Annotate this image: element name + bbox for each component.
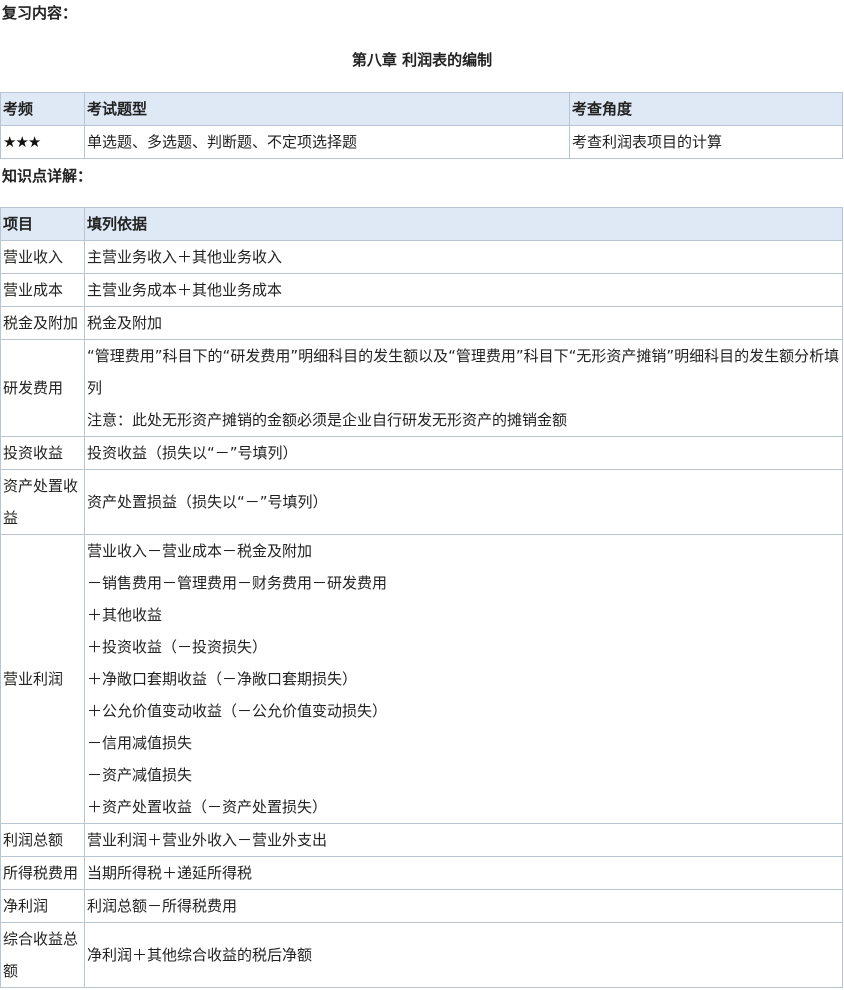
basis-cell: 当期所得税＋递延所得税: [84, 856, 843, 890]
overview-table: 考频 考试题型 考查角度 ★★★ 单选题、多选题、判断题、不定项选择题 考查利润…: [0, 92, 843, 159]
basis-cell: 投资收益（损失以“－”号填列）: [84, 436, 843, 470]
table-row: 税金及附加 税金及附加: [0, 306, 843, 340]
basis-line: －资产减值损失: [87, 766, 193, 784]
basis-line: 当期所得税＋递延所得税: [87, 864, 253, 882]
item-cell: 营业收入: [0, 240, 85, 274]
header-frequency: 考频: [0, 92, 85, 126]
basis-line: 资产处置损益（损失以“－”号填列）: [87, 493, 328, 511]
basis-line: 投资收益（损失以“－”号填列）: [87, 444, 298, 462]
basis-line: 主营业务收入＋其他业务收入: [87, 248, 283, 266]
basis-line: －信用减值损失: [87, 734, 193, 752]
basis-cell: 营业利润＋营业外收入－营业外支出: [84, 823, 843, 857]
basis-line: ＋投资收益（－投资损失）: [87, 638, 268, 656]
chapter-title: 第八章 利润表的编制: [351, 51, 493, 69]
item-cell: 所得税费用: [0, 856, 85, 890]
table-row: 资产处置收益 资产处置损益（损失以“－”号填列）: [0, 469, 843, 535]
frequency-stars: ★★★: [0, 125, 85, 159]
header-question-types: 考试题型: [84, 92, 570, 126]
table-row: 投资收益 投资收益（损失以“－”号填列）: [0, 436, 843, 470]
table-row: 营业收入 主营业务收入＋其他业务收入: [0, 240, 843, 274]
item-cell: 综合收益总额: [0, 922, 85, 988]
basis-cell: “管理费用”科目下的“研发费用”明细科目的发生额以及“管理费用”科目下“无形资产…: [84, 339, 843, 437]
item-cell: 净利润: [0, 889, 85, 923]
basis-cell: 净利润＋其他综合收益的税后净额: [84, 922, 843, 988]
exam-angle: 考查利润表项目的计算: [569, 125, 843, 159]
table-row: 综合收益总额 净利润＋其他综合收益的税后净额: [0, 922, 843, 988]
basis-line: ＋公允价值变动收益（－公允价值变动损失）: [87, 702, 388, 720]
detail-table: 项目 填列依据 营业收入 主营业务收入＋其他业务收入 营业成本 主营业务成本＋其他业务…: [0, 207, 843, 988]
item-cell: 营业利润: [0, 534, 85, 824]
table-row: 营业成本 主营业务成本＋其他业务成本: [0, 273, 843, 307]
basis-line: ＋其他收益: [87, 606, 163, 624]
item-cell: 资产处置收益: [0, 469, 85, 535]
detail-header-row: 项目 填列依据: [0, 207, 843, 241]
review-content-label: 复习内容：: [2, 4, 78, 22]
item-cell: 利润总额: [0, 823, 85, 857]
basis-line: 营业收入－营业成本－税金及附加: [87, 542, 313, 560]
basis-line: “管理费用”科目下的“研发费用”明细科目的发生额以及“管理费用”科目下“无形资产…: [87, 347, 840, 397]
basis-line: ＋净敞口套期收益（－净敞口套期损失）: [87, 670, 358, 688]
item-cell: 营业成本: [0, 273, 85, 307]
table-row: 利润总额 营业利润＋营业外收入－营业外支出: [0, 823, 843, 857]
item-cell: 税金及附加: [0, 306, 85, 340]
basis-cell: 资产处置损益（损失以“－”号填列）: [84, 469, 843, 535]
basis-line: －销售费用－管理费用－财务费用－研发费用: [87, 574, 388, 592]
table-row: 营业利润 营业收入－营业成本－税金及附加 －销售费用－管理费用－财务费用－研发费用 ＋…: [0, 534, 843, 824]
header-item: 项目: [0, 207, 85, 241]
basis-line: 净利润＋其他综合收益的税后净额: [87, 946, 313, 964]
basis-line: 税金及附加: [87, 314, 163, 332]
header-basis: 填列依据: [84, 207, 843, 241]
table-row: 净利润 利润总额－所得税费用: [0, 889, 843, 923]
basis-line: 注意：此处无形资产摊销的金额必须是企业自行研发无形资产的摊销金额: [87, 411, 568, 429]
question-types: 单选题、多选题、判断题、不定项选择题: [84, 125, 570, 159]
table-row: 研发费用 “管理费用”科目下的“研发费用”明细科目的发生额以及“管理费用”科目下“…: [0, 339, 843, 437]
basis-line: 主营业务成本＋其他业务成本: [87, 281, 283, 299]
basis-line: 营业利润＋营业外收入－营业外支出: [87, 831, 328, 849]
detail-label: 知识点详解：: [2, 167, 93, 185]
basis-cell: 主营业务收入＋其他业务收入: [84, 240, 843, 274]
item-cell: 研发费用: [0, 339, 85, 437]
basis-line: ＋资产处置收益（－资产处置损失）: [87, 798, 328, 816]
overview-row: ★★★ 单选题、多选题、判断题、不定项选择题 考查利润表项目的计算: [0, 125, 843, 159]
overview-header-row: 考频 考试题型 考查角度: [0, 92, 843, 126]
table-row: 所得税费用 当期所得税＋递延所得税: [0, 856, 843, 890]
basis-cell: 主营业务成本＋其他业务成本: [84, 273, 843, 307]
basis-cell: 营业收入－营业成本－税金及附加 －销售费用－管理费用－财务费用－研发费用 ＋其他收益…: [84, 534, 843, 824]
basis-line: 利润总额－所得税费用: [87, 897, 238, 915]
basis-cell: 利润总额－所得税费用: [84, 889, 843, 923]
header-exam-angle: 考查角度: [569, 92, 843, 126]
basis-cell: 税金及附加: [84, 306, 843, 340]
item-cell: 投资收益: [0, 436, 85, 470]
